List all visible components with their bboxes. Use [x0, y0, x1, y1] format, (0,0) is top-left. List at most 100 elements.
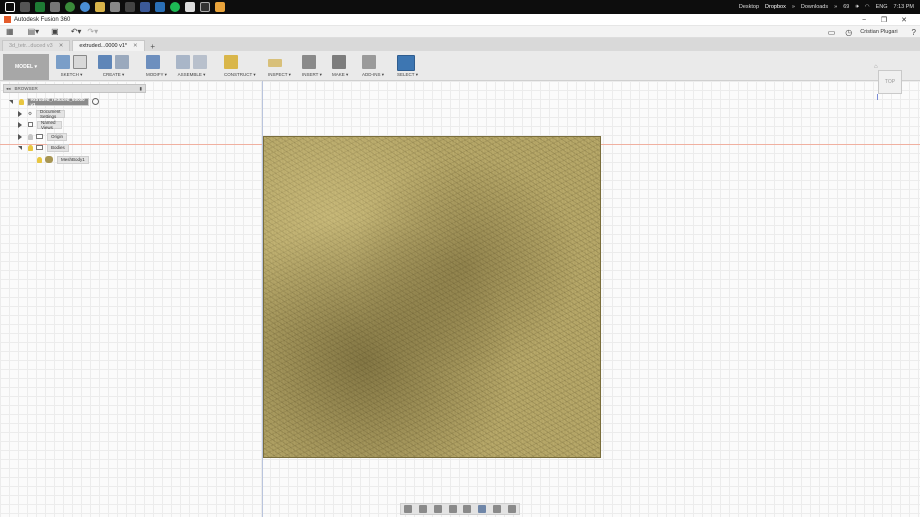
- view-cube[interactable]: TOP ⌂: [874, 64, 904, 100]
- root-component-label[interactable]: extruded_reduced_50000 v1: [26, 97, 90, 107]
- job-status-icon[interactable]: ▭: [828, 27, 836, 37]
- app-icon-4[interactable]: [65, 2, 75, 12]
- fusion-taskbar-icon[interactable]: [215, 2, 225, 12]
- collapse-icon[interactable]: [9, 99, 13, 104]
- mail-icon[interactable]: [155, 2, 165, 12]
- home-icon[interactable]: ⌂: [874, 64, 878, 70]
- language-indicator[interactable]: ENG: [876, 4, 888, 10]
- visibility-bulb-icon[interactable]: [28, 133, 33, 140]
- look-at-icon[interactable]: [419, 505, 428, 513]
- insert-image-icon[interactable]: [302, 55, 316, 69]
- zoom-icon[interactable]: [448, 505, 457, 513]
- undo-icon[interactable]: ↶▾: [71, 27, 82, 37]
- pin-icon[interactable]: ▮: [140, 86, 142, 92]
- folder-icon[interactable]: [95, 2, 105, 12]
- tree-item-bodies[interactable]: Bodies: [18, 143, 69, 152]
- 3d-print-icon[interactable]: [332, 55, 346, 69]
- data-panel-grid-icon[interactable]: ▦: [6, 27, 14, 37]
- fit-icon[interactable]: [463, 505, 472, 513]
- visibility-bulb-icon[interactable]: [19, 98, 24, 105]
- group-label: SELECT: [397, 72, 415, 77]
- toolbar-group-create[interactable]: CREATE ▾: [98, 55, 129, 81]
- group-label: CONSTRUCT: [224, 72, 253, 77]
- terrain-mesh-body[interactable]: [263, 136, 601, 458]
- toolbar-group-construct[interactable]: CONSTRUCT ▾: [224, 55, 256, 81]
- clock-icon[interactable]: ◷: [845, 27, 852, 37]
- tray-desktop[interactable]: Desktop: [739, 4, 759, 10]
- tree-item-mesh-body[interactable]: MeshBody1: [37, 155, 89, 164]
- visibility-bulb-icon[interactable]: [28, 144, 33, 151]
- collapse-icon[interactable]: ◂◂: [6, 86, 11, 92]
- toolbar-group-add-ins[interactable]: ADD-INS ▾: [362, 55, 384, 81]
- expand-icon[interactable]: [18, 133, 22, 140]
- tray-dropbox[interactable]: Dropbox: [765, 4, 786, 10]
- minimize-icon[interactable]: −: [854, 17, 874, 24]
- app-icon-7[interactable]: [125, 2, 135, 12]
- measure-icon[interactable]: [268, 59, 282, 67]
- extrude-icon[interactable]: [98, 55, 112, 69]
- tray-downloads[interactable]: Downloads: [801, 4, 828, 10]
- viewports-icon[interactable]: [507, 505, 516, 513]
- press-pull-icon[interactable]: [146, 55, 160, 69]
- toolbar-group-inspect[interactable]: INSPECT ▾: [268, 55, 291, 81]
- sketch-icon[interactable]: [56, 55, 70, 69]
- collapse-icon[interactable]: [18, 145, 22, 150]
- file-menu-icon[interactable]: ▤▾: [28, 27, 40, 37]
- tab-document-1[interactable]: 3d_tetr...duced v3 ✕: [2, 40, 71, 51]
- start-icon[interactable]: [5, 2, 15, 12]
- tree-item-named-views[interactable]: Named Views: [18, 120, 62, 130]
- doc-settings-label: Document Settings: [40, 108, 61, 119]
- app-icon-5[interactable]: [80, 2, 90, 12]
- volume-icon[interactable]: 🕪: [855, 4, 858, 11]
- close-icon[interactable]: ✕: [59, 43, 64, 49]
- orbit-icon[interactable]: [404, 505, 413, 513]
- joint-icon[interactable]: [193, 55, 207, 69]
- expand-icon[interactable]: [18, 121, 22, 128]
- sketch-arc-icon[interactable]: [73, 55, 87, 69]
- tree-item-origin[interactable]: Origin: [18, 132, 68, 141]
- close-icon[interactable]: ✕: [133, 43, 138, 49]
- toolbar-group-sketch[interactable]: SKETCH ▾: [56, 55, 87, 81]
- grid-settings-icon[interactable]: [492, 505, 501, 513]
- pan-icon[interactable]: [433, 505, 442, 513]
- clock[interactable]: 7:13 PM: [894, 4, 914, 10]
- save-icon[interactable]: ▣: [51, 27, 59, 37]
- offset-plane-icon[interactable]: [224, 55, 238, 69]
- app-icon-1[interactable]: [20, 2, 30, 12]
- maximize-icon[interactable]: ❐: [874, 16, 894, 24]
- wifi-icon[interactable]: ◠: [865, 4, 870, 10]
- help-icon[interactable]: ?: [912, 27, 916, 37]
- workspace-switcher[interactable]: MODEL ▾: [3, 54, 49, 80]
- activate-radio-icon[interactable]: [92, 98, 100, 105]
- toolbar-group-modify[interactable]: MODIFY ▾: [146, 55, 167, 81]
- tab-document-2[interactable]: extruded...0000 v1* ✕: [72, 40, 145, 51]
- browser-panel-header[interactable]: ◂◂ BROWSER ▮: [3, 84, 146, 93]
- app-icon-6[interactable]: [110, 2, 120, 12]
- toolbar-group-assemble[interactable]: ASSEMBLE ▾: [176, 55, 207, 81]
- close-icon[interactable]: ✕: [894, 16, 914, 24]
- origin-label: Origin: [51, 134, 64, 139]
- toolbar-group-select[interactable]: SELECT ▾: [397, 55, 418, 81]
- tree-root[interactable]: extruded_reduced_50000 v1: [9, 97, 100, 107]
- new-component-icon[interactable]: [176, 55, 190, 69]
- view-cube-face[interactable]: TOP: [878, 70, 902, 94]
- expand-icon[interactable]: [18, 110, 22, 117]
- group-label: INSERT: [302, 72, 319, 77]
- spotify-icon[interactable]: [170, 2, 180, 12]
- user-account-menu[interactable]: Cristian Plugari: [860, 29, 897, 35]
- redo-icon[interactable]: ↷▾: [87, 27, 98, 37]
- app-icon-9[interactable]: [200, 2, 210, 12]
- visibility-bulb-icon[interactable]: [37, 156, 42, 163]
- facebook-icon[interactable]: [140, 2, 150, 12]
- app-icon-2[interactable]: [35, 2, 45, 12]
- toolbar-group-insert[interactable]: INSERT ▾: [302, 55, 322, 81]
- app-icon-8[interactable]: [185, 2, 195, 12]
- revolve-icon[interactable]: [115, 55, 129, 69]
- tree-item-document-settings[interactable]: ⚙ Document Settings: [18, 108, 65, 119]
- new-tab-icon[interactable]: +: [148, 42, 158, 51]
- scripts-icon[interactable]: [362, 55, 376, 69]
- toolbar-group-make[interactable]: MAKE ▾: [332, 55, 348, 81]
- app-icon-3[interactable]: [50, 2, 60, 12]
- select-icon[interactable]: [397, 55, 415, 71]
- display-settings-icon[interactable]: [478, 505, 487, 513]
